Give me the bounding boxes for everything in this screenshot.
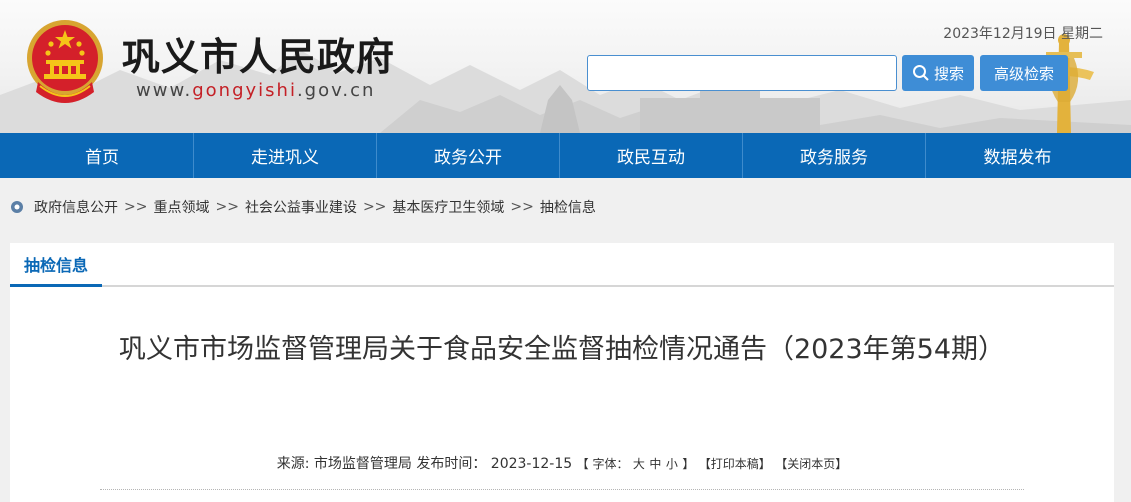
- published-date: 2023-12-15: [490, 456, 573, 472]
- close-page-button[interactable]: 【关闭本页】: [775, 457, 847, 471]
- breadcrumb-item[interactable]: 重点领域: [153, 197, 209, 217]
- content-panel: 抽检信息 巩义市市场监督管理局关于食品安全监督抽检情况通告（2023年第54期）…: [10, 243, 1114, 502]
- breadcrumb-separator: >>: [215, 199, 239, 215]
- article-meta: 来源: 市场监督管理局 发布时间： 2023-12-15 【 字体： 大 中 小…: [10, 453, 1114, 473]
- font-size-close-bracket: 】: [682, 457, 695, 471]
- search-button-label: 搜索: [933, 64, 964, 83]
- source-label: 来源:: [276, 456, 310, 472]
- nav-item-services[interactable]: 政务服务: [743, 133, 926, 178]
- location-pin-icon: [11, 201, 23, 213]
- breadcrumb-separator: >>: [124, 199, 148, 215]
- breadcrumb: 政府信息公开 >> 重点领域 >> 社会公益事业建设 >> 基本医疗卫生领域 >…: [10, 196, 596, 218]
- advanced-search-button[interactable]: 高级检索: [980, 55, 1068, 91]
- source-value: 市场监督管理局: [313, 456, 412, 472]
- search-input[interactable]: [587, 55, 897, 91]
- nav-item-home[interactable]: 首页: [11, 133, 194, 178]
- article-title: 巩义市市场监督管理局关于食品安全监督抽检情况通告（2023年第54期）: [118, 334, 1006, 365]
- nav-item-gov-affairs[interactable]: 政务公开: [377, 133, 560, 178]
- nav-item-data[interactable]: 数据发布: [926, 133, 1109, 178]
- print-button[interactable]: 【打印本稿】: [699, 457, 771, 471]
- breadcrumb-item[interactable]: 政府信息公开: [34, 197, 118, 217]
- divider: [100, 489, 1024, 490]
- breadcrumb-separator: >>: [510, 199, 534, 215]
- search-icon: [912, 65, 929, 81]
- font-size-label: 【 字体：: [576, 457, 629, 471]
- breadcrumb-separator: >>: [362, 199, 387, 215]
- font-large-button[interactable]: 大: [633, 457, 645, 471]
- breadcrumb-item[interactable]: 社会公益事业建设: [245, 197, 357, 217]
- panel-header: 抽检信息: [10, 243, 1114, 287]
- main-nav: 首页 走进巩义 政务公开 政民互动 政务服务 数据发布: [0, 133, 1131, 178]
- breadcrumb-item[interactable]: 基本医疗卫生领域: [392, 197, 504, 217]
- site-url: www.gongyishi.gov.cn: [136, 80, 376, 101]
- panel-tab-label: 抽检信息: [10, 243, 103, 287]
- nav-item-about[interactable]: 走进巩义: [194, 133, 377, 178]
- current-date: 2023年12月19日 星期二: [943, 26, 1103, 42]
- font-medium-button[interactable]: 中: [649, 457, 661, 471]
- published-label: 发布时间：: [416, 456, 487, 472]
- site-header: 巩义市人民政府 www.gongyishi.gov.cn 2023年12月19日…: [0, 0, 1131, 133]
- site-title: 巩义市人民政府: [122, 35, 396, 79]
- search-button[interactable]: 搜索: [902, 55, 974, 91]
- national-emblem-icon: [27, 20, 103, 103]
- nav-item-interaction[interactable]: 政民互动: [560, 133, 743, 178]
- font-small-button[interactable]: 小: [666, 457, 678, 471]
- breadcrumb-item[interactable]: 抽检信息: [540, 197, 596, 217]
